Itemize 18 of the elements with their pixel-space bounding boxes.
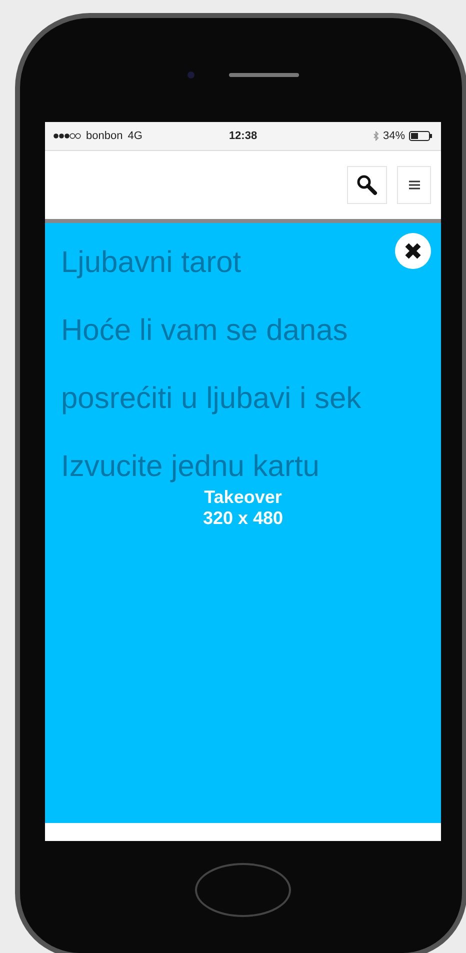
menu-icon	[408, 180, 420, 190]
signal-icon	[53, 133, 81, 139]
network-type: 4G	[128, 130, 142, 142]
speaker-icon	[229, 73, 299, 77]
bluetooth-icon	[372, 131, 379, 141]
carrier-name: bonbon	[86, 130, 123, 142]
article-text: Hoće li vam se danas	[61, 313, 348, 349]
camera-icon	[187, 71, 195, 79]
close-icon	[404, 242, 422, 260]
article-text: Izvucite jednu kartu	[61, 449, 320, 485]
article-text: Ljubavni tarot	[61, 245, 242, 281]
battery-icon	[409, 131, 434, 141]
article-text: posrećiti u ljubavi i sek	[61, 381, 362, 417]
ad-size: 320 x 480	[202, 508, 284, 529]
battery-percentage: 34%	[382, 130, 406, 142]
close-button[interactable]	[395, 233, 431, 269]
ad-title: Takeover	[204, 487, 282, 508]
status-time: 12:38	[228, 130, 258, 142]
